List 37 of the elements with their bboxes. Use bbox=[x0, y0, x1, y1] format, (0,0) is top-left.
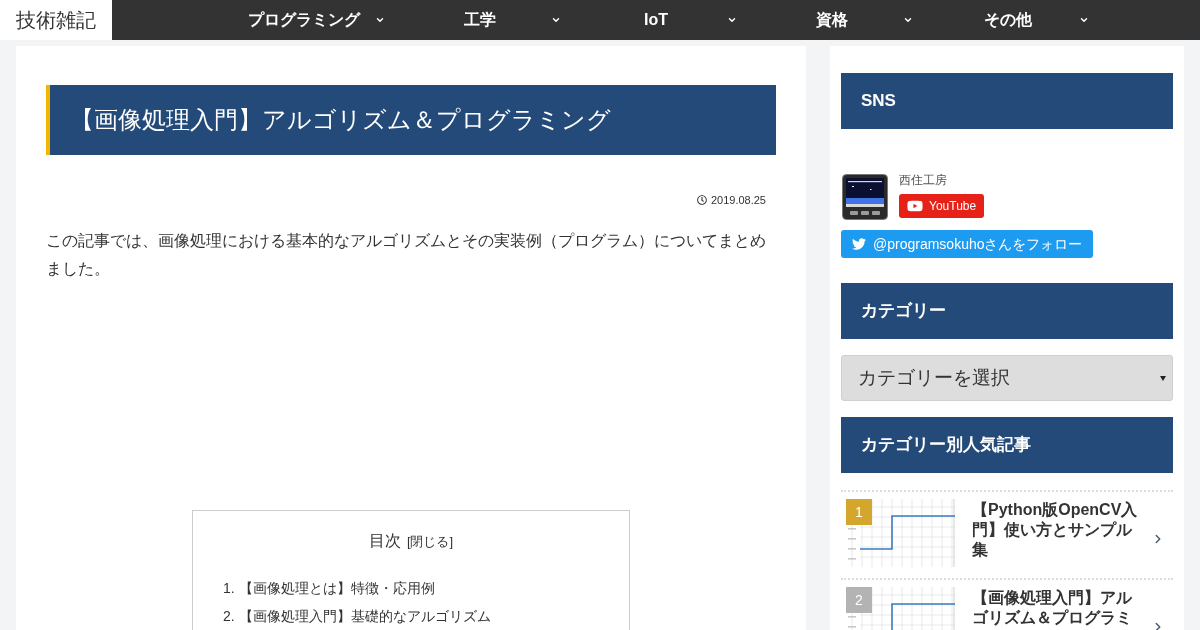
toc-toggle-link[interactable]: [閉じる] bbox=[406, 531, 454, 551]
rank-badge: 1 bbox=[846, 499, 872, 525]
channel-name: 西住工房 bbox=[899, 172, 947, 188]
widget-heading: SNS bbox=[841, 73, 1173, 129]
chevron-down-icon bbox=[551, 15, 561, 25]
youtube-button[interactable]: YouTube bbox=[899, 194, 985, 218]
toc-link[interactable]: 【画像処理とは】特徴・応用例 bbox=[239, 578, 435, 599]
dropdown-arrow-icon bbox=[1160, 375, 1166, 381]
nav-menu-item[interactable]: IoT bbox=[568, 0, 744, 40]
popular-article-title: 【Python版OpenCV入門】使い方とサンプル集 bbox=[972, 500, 1139, 560]
post-date: 2019.08.25 bbox=[710, 193, 766, 208]
nav-menu-item[interactable]: その他 bbox=[920, 0, 1096, 40]
popular-article-item[interactable]: 2 【画像処理入門】アルゴリズム＆プログラミ bbox=[841, 578, 1173, 630]
toc-number: 2. bbox=[223, 607, 236, 626]
clock-icon bbox=[696, 195, 707, 206]
intro-paragraph: この記事では、画像処理における基本的なアルゴリズムとその実装例（プログラム）についてまとめました。 bbox=[46, 230, 767, 279]
popular-article-title: 【画像処理入門】アルゴリズム＆プログラミ bbox=[972, 588, 1133, 628]
chevron-down-icon bbox=[375, 15, 385, 25]
nav-menu-item[interactable]: 資格 bbox=[744, 0, 920, 40]
toc-link[interactable]: 【画像処理入門】基礎的なアルゴリズム bbox=[239, 606, 491, 627]
device-avatar-drawing bbox=[842, 174, 888, 220]
site-logo[interactable]: 技術雑記 bbox=[0, 0, 112, 40]
category-select[interactable]: カテゴリーを選択 bbox=[841, 355, 1173, 401]
chevron-down-icon bbox=[1079, 15, 1089, 25]
rank-badge: 2 bbox=[846, 587, 872, 613]
nav-menu-item[interactable]: プログラミング bbox=[216, 0, 392, 40]
bird-icon bbox=[851, 237, 867, 251]
popular-article-item[interactable]: 1 【Python版OpenCV入門】使い方とサンプル集 bbox=[841, 490, 1173, 578]
chevron-down-icon bbox=[727, 15, 737, 25]
widget-heading: カテゴリー別人気記事 bbox=[841, 417, 1173, 473]
widget-heading: カテゴリー bbox=[841, 283, 1173, 339]
nav-menu-item[interactable]: 工学 bbox=[392, 0, 568, 40]
article-title: 【画像処理入門】アルゴリズム＆プログラミング bbox=[46, 85, 776, 155]
youtube-icon bbox=[907, 198, 923, 214]
toc-number: 1. bbox=[223, 579, 236, 598]
toc-title: 目次 bbox=[368, 530, 401, 551]
chevron-down-icon bbox=[903, 15, 913, 25]
